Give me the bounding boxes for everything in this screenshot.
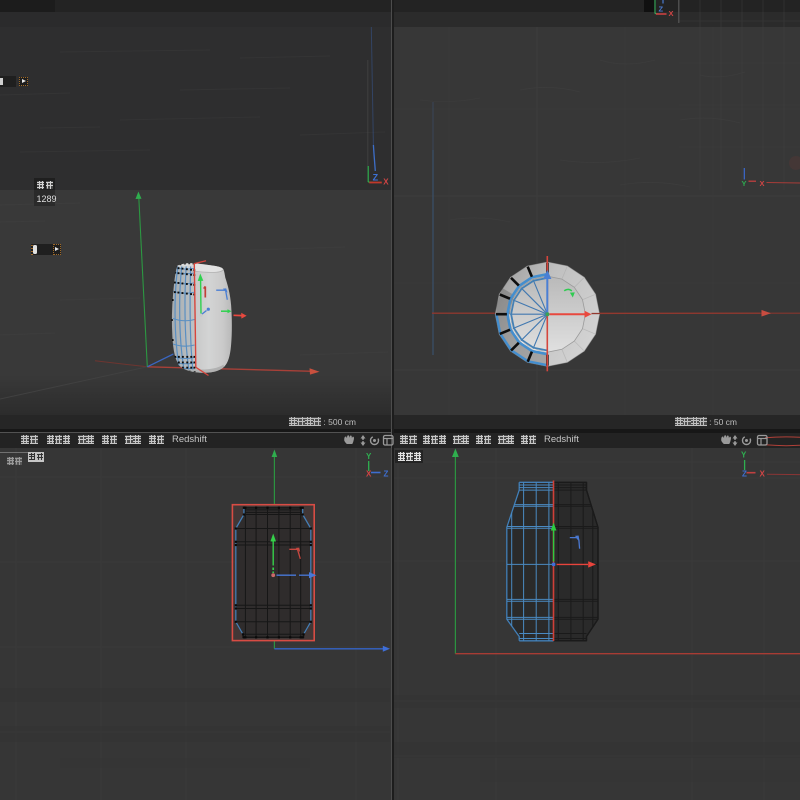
- svg-text:X: X: [760, 470, 766, 479]
- svg-text:X: X: [760, 179, 765, 188]
- svg-text:X: X: [669, 9, 674, 18]
- svg-text:Y: Y: [741, 451, 747, 460]
- svg-text:Z: Z: [659, 5, 664, 14]
- svg-text:X: X: [383, 177, 389, 186]
- svg-text:Y: Y: [366, 452, 372, 461]
- svg-text:Z: Z: [373, 173, 379, 183]
- svg-text:Z: Z: [742, 470, 747, 479]
- svg-text:Y: Y: [742, 179, 747, 188]
- svg-text:Z: Z: [384, 470, 389, 479]
- svg-text:X: X: [366, 470, 372, 479]
